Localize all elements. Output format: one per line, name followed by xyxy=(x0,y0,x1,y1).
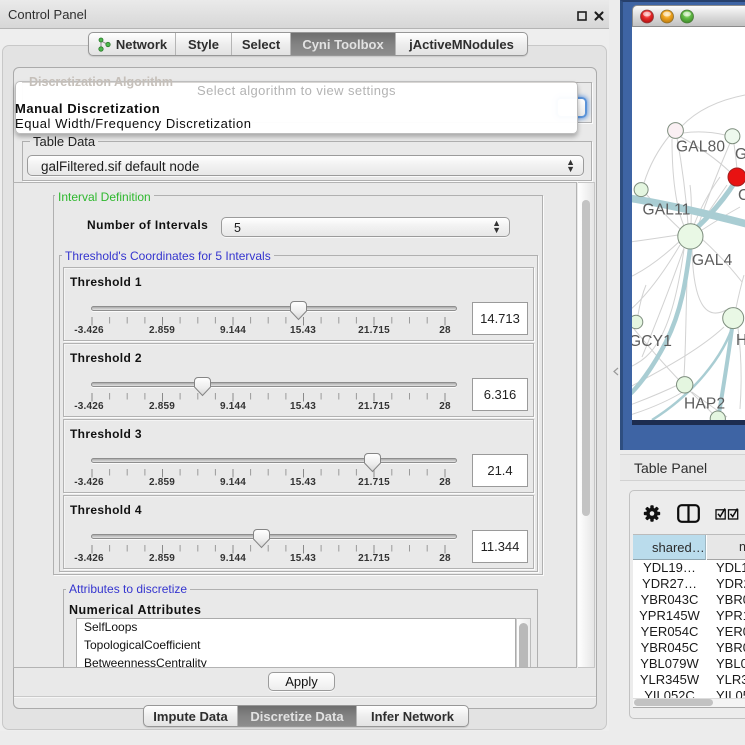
svg-text:GAL11: GAL11 xyxy=(643,202,691,219)
svg-text:HI: HI xyxy=(736,332,745,349)
svg-text:GA: GA xyxy=(735,146,745,163)
svg-text:GAL80: GAL80 xyxy=(676,139,725,156)
svg-text:HAP2: HAP2 xyxy=(684,396,725,413)
svg-text:CY: CY xyxy=(738,187,745,204)
svg-text:GAL4: GAL4 xyxy=(692,252,733,269)
svg-text:GCY1: GCY1 xyxy=(632,333,672,350)
